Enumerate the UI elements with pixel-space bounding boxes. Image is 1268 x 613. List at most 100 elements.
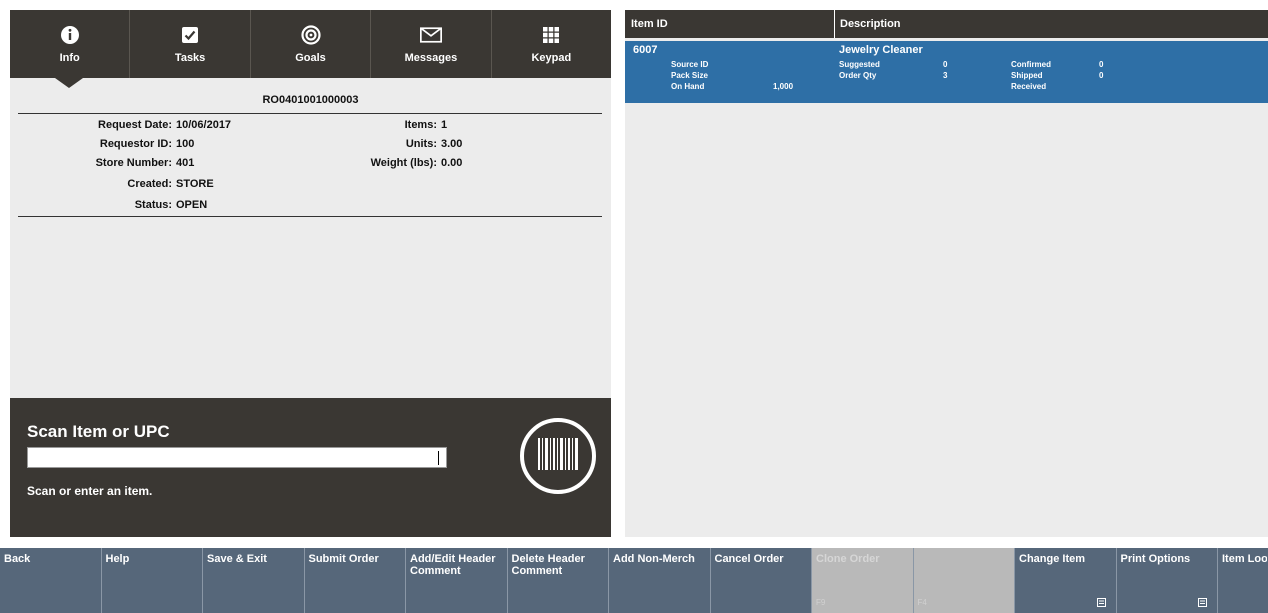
print-options-button[interactable]: Print Options [1117, 548, 1218, 613]
scan-help-text: Scan or enter an item. [27, 484, 153, 498]
scan-title: Scan Item or UPC [27, 422, 170, 441]
change-item-button[interactable]: Change Item [1015, 548, 1117, 613]
app-window: Info Tasks Goals Messages Keypad RO04010… [0, 0, 1268, 613]
items-row: Items: 1 [260, 119, 448, 131]
envelope-icon [419, 24, 442, 46]
grid-header: Item ID Description [625, 10, 1268, 38]
created-row: Created: STORE [10, 178, 214, 190]
help-button-label: Help [105, 553, 130, 565]
info-icon [59, 24, 81, 46]
status-label: Status: [134, 199, 172, 211]
order-qty-value: 3 [943, 71, 948, 80]
tab-goals[interactable]: Goals [251, 10, 372, 78]
units-row: Units: 3.00 [260, 138, 463, 150]
empty-button: F4 [913, 548, 1015, 613]
add-non-merch-button[interactable]: Add Non-Merch [609, 548, 711, 613]
tab-info[interactable]: Info [10, 10, 131, 78]
print-options-label: Print Options [1120, 553, 1191, 565]
confirmed-value: 0 [1099, 60, 1104, 69]
keypad-icon [540, 24, 562, 46]
source-id-label: Source ID [671, 60, 709, 69]
cancel-order-label: Cancel Order [714, 553, 784, 565]
tab-tasks-label: Tasks [174, 52, 206, 64]
save-exit-button[interactable]: Save & Exit [203, 548, 305, 613]
item-lookup-label: Item Lookup [1222, 553, 1267, 565]
weight-row: Weight (lbs): 0.00 [260, 157, 463, 169]
created-value: STORE [176, 178, 214, 190]
requestor-row: Requestor ID: 100 [10, 138, 194, 150]
order-number: RO0401001000003 [262, 94, 359, 106]
add-non-merch-label: Add Non-Merch [613, 553, 695, 565]
request-date-label: Request Date: [98, 119, 172, 131]
back-button[interactable]: Back [0, 548, 102, 613]
item-id-value: 6007 [633, 44, 658, 56]
submit-order-button[interactable]: Submit Order [305, 548, 406, 613]
suggested-label: Suggested [839, 60, 880, 69]
status-value: OPEN [176, 199, 208, 211]
weight-label: Weight (lbs): [370, 157, 437, 169]
add-edit-header-comment-button[interactable]: Add/Edit Header Comment [406, 548, 508, 613]
request-date-row: Request Date: 10/06/2017 [10, 119, 231, 131]
units-label: Units: [405, 138, 437, 150]
active-tab-pointer [55, 78, 83, 88]
help-button[interactable]: Help [102, 548, 203, 613]
barcode-icon [537, 436, 579, 477]
received-label: Received [1011, 82, 1047, 91]
tab-tasks[interactable]: Tasks [130, 10, 251, 78]
weight-value: 0.00 [441, 157, 463, 169]
save-exit-button-label: Save & Exit [207, 553, 267, 565]
request-date-value: 10/06/2017 [176, 119, 232, 131]
clone-order-button: Clone Order F9 [812, 548, 914, 613]
store-label: Store Number: [95, 157, 172, 169]
empty-button-fkey: F4 [917, 598, 927, 607]
text-cursor [438, 451, 439, 465]
change-item-label: Change Item [1019, 553, 1086, 565]
barcode-scan-button[interactable] [520, 418, 596, 494]
confirmed-label: Confirmed [1011, 60, 1051, 69]
store-value: 401 [176, 157, 195, 169]
order-qty-label: Order Qty [839, 71, 877, 80]
status-row: Status: OPEN [10, 199, 207, 211]
clone-order-label: Clone Order [816, 553, 880, 565]
delete-header-comment-label: Delete Header Comment [511, 553, 585, 577]
delete-header-comment-button[interactable]: Delete Header Comment [508, 548, 609, 613]
back-button-label: Back [4, 553, 31, 565]
units-value: 3.00 [441, 138, 463, 150]
item-lookup-button[interactable]: Item Lookup [1218, 548, 1267, 613]
created-label: Created: [127, 178, 172, 190]
store-row: Store Number: 401 [10, 157, 195, 169]
menu-icon [1096, 598, 1106, 607]
items-label: Items: [404, 119, 437, 131]
item-grid-panel: Item ID Description 6007 Jewelry Cleaner… [625, 10, 1268, 537]
tab-keypad[interactable]: Keypad [492, 10, 611, 78]
action-toolbar: Back Help Save & Exit Submit Order Add/E… [0, 548, 1268, 613]
target-icon [300, 24, 322, 46]
requestor-value: 100 [176, 138, 195, 150]
items-value: 1 [441, 119, 448, 131]
suggested-value: 0 [943, 60, 948, 69]
scan-input[interactable] [27, 447, 447, 468]
on-hand-value: 1,000 [773, 82, 794, 91]
divider-bottom [18, 216, 602, 217]
checkbox-icon [179, 24, 201, 46]
cancel-order-button[interactable]: Cancel Order [711, 548, 812, 613]
add-edit-header-comment-label: Add/Edit Header Comment [410, 553, 496, 577]
on-hand-label: On Hand [671, 82, 705, 91]
shipped-label: Shipped [1011, 71, 1043, 80]
tab-info-label: Info [59, 52, 80, 64]
col-header-item-id[interactable]: Item ID [625, 10, 668, 38]
menu-icon [1198, 598, 1207, 607]
requestor-label: Requestor ID: [99, 138, 172, 150]
divider-top [18, 113, 602, 114]
table-row[interactable]: 6007 Jewelry Cleaner Source ID Pack Size… [625, 41, 1268, 103]
order-info-panel: Info Tasks Goals Messages Keypad RO04010… [10, 10, 611, 537]
clone-order-fkey: F9 [816, 598, 826, 607]
tab-keypad-label: Keypad [531, 52, 572, 64]
tab-messages-label: Messages [404, 52, 458, 64]
shipped-value: 0 [1099, 71, 1104, 80]
description-value: Jewelry Cleaner [839, 44, 923, 56]
pack-size-label: Pack Size [671, 71, 708, 80]
tab-goals-label: Goals [295, 52, 326, 64]
tab-messages[interactable]: Messages [371, 10, 492, 78]
col-header-description[interactable]: Description [834, 10, 901, 38]
